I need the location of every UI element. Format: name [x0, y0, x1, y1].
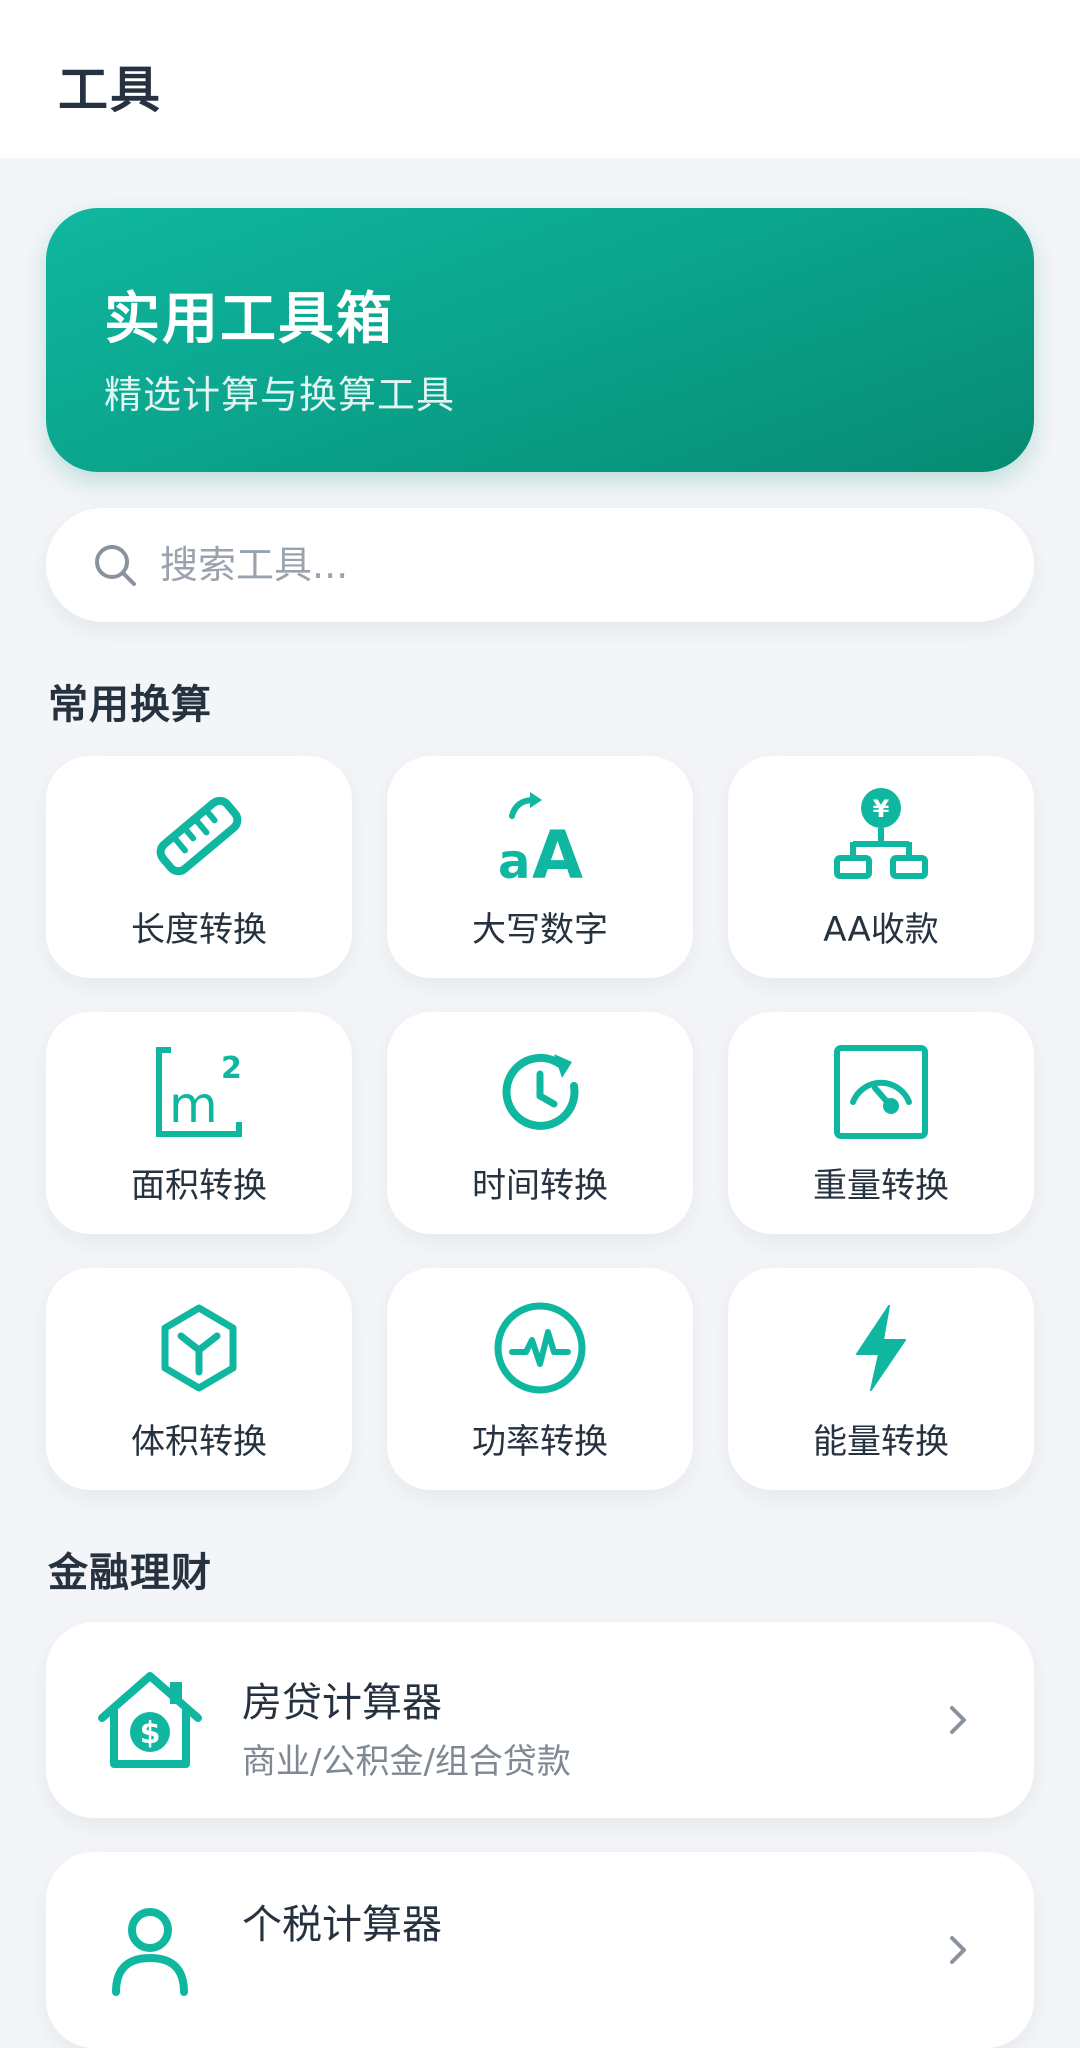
tool-label: 能量转换	[813, 1422, 949, 1462]
list-item-subtitle: 商业/公积金/组合贷款	[242, 1742, 571, 1782]
search-icon	[95, 545, 136, 586]
svg-text:2: 2	[221, 1051, 242, 1086]
svg-text:A: A	[532, 817, 583, 886]
tool-energy-convert[interactable]: 能量转换	[728, 1268, 1034, 1490]
svg-text:a: a	[498, 834, 530, 886]
tool-label: 长度转换	[131, 910, 267, 950]
tool-uppercase-number[interactable]: a A 大写数字	[387, 756, 693, 978]
tool-weight-convert[interactable]: 重量转换	[728, 1012, 1034, 1234]
tool-label: 面积转换	[131, 1166, 267, 1206]
hero-title: 实用工具箱	[104, 287, 394, 352]
svg-text:m: m	[169, 1076, 218, 1134]
scale-gauge-icon	[834, 1045, 928, 1139]
page-title: 工具	[58, 61, 162, 119]
search-input[interactable]	[158, 508, 978, 622]
list-item-tax-calculator[interactable]: 个税计算器	[46, 1852, 1034, 2048]
tool-aa-payment[interactable]: ¥ AA收款	[728, 756, 1034, 978]
split-payment-icon: ¥	[834, 788, 928, 879]
tool-label: 时间转换	[472, 1166, 608, 1206]
house-dollar-icon: $	[98, 1672, 202, 1768]
hero-subtitle: 精选计算与换算工具	[104, 373, 456, 417]
search-bar[interactable]	[46, 508, 1034, 622]
tool-label: 重量转换	[813, 1166, 949, 1206]
section-title-finance: 金融理财	[48, 1550, 212, 1596]
chevron-right-icon	[950, 1936, 966, 1964]
tool-label: 功率转换	[472, 1422, 608, 1462]
list-item-mortgage-calculator[interactable]: $ 房贷计算器 商业/公积金/组合贷款	[46, 1622, 1034, 1818]
pulse-icon	[494, 1302, 586, 1394]
tool-time-convert[interactable]: 时间转换	[387, 1012, 693, 1234]
list-item-title: 个税计算器	[242, 1902, 442, 1948]
lightning-icon	[856, 1305, 906, 1391]
tool-label: AA收款	[823, 910, 939, 950]
clock-refresh-icon	[502, 1053, 579, 1130]
tool-label: 体积转换	[131, 1422, 267, 1462]
list-item-title: 房贷计算器	[242, 1680, 442, 1726]
cube-icon	[161, 1304, 237, 1392]
section-title-common: 常用换算	[48, 682, 212, 728]
chevron-right-icon	[950, 1706, 966, 1734]
square-meter-icon: m 2	[156, 1047, 242, 1137]
tool-area-convert[interactable]: m 2 面积转换	[46, 1012, 352, 1234]
hero-banner: 实用工具箱 精选计算与换算工具	[46, 208, 1034, 472]
tool-label: 大写数字	[472, 910, 608, 950]
app-header: 工具	[0, 0, 1080, 158]
tool-power-convert[interactable]: 功率转换	[387, 1268, 693, 1490]
tool-length-convert[interactable]: 长度转换	[46, 756, 352, 978]
svg-text:¥: ¥	[873, 795, 890, 823]
svg-text:$: $	[140, 1716, 161, 1751]
text-case-icon: a A	[498, 792, 583, 886]
ruler-icon	[156, 796, 242, 876]
person-tax-icon	[112, 1908, 188, 1996]
tool-volume-convert[interactable]: 体积转换	[46, 1268, 352, 1490]
